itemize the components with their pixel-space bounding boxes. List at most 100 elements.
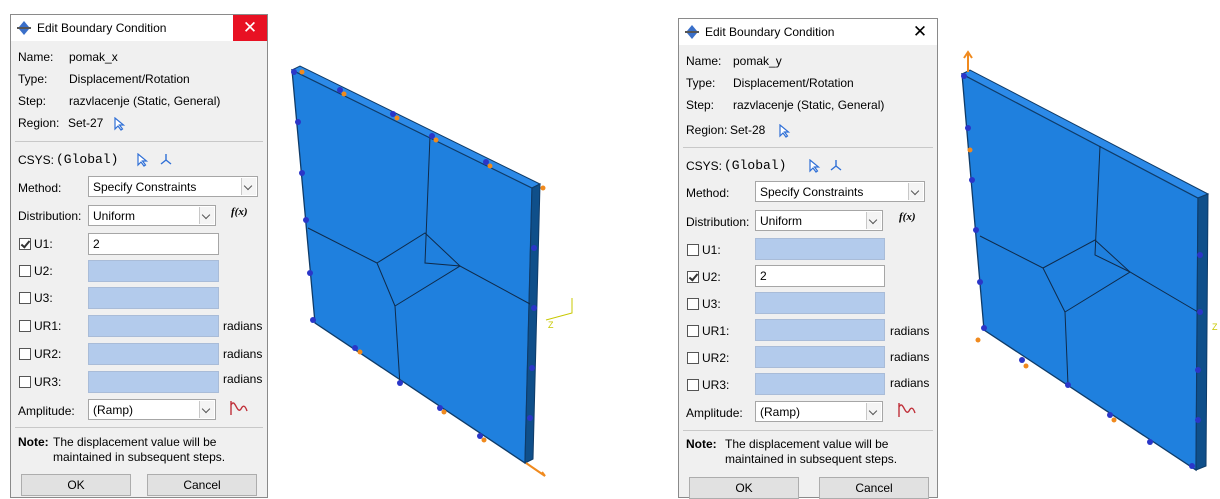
u3-field[interactable] [88,287,219,309]
u2-field[interactable] [88,260,219,282]
distribution-select[interactable]: Uniform [88,205,216,226]
region-label: Region: [18,116,60,130]
u1-field[interactable] [755,238,885,260]
method-select[interactable]: Specify Constraints [755,181,925,202]
amplitude-value: (Ramp) [760,405,801,419]
name-value: pomak_y [733,54,782,68]
u2-checkbox[interactable] [687,271,699,283]
distribution-value: Uniform [93,209,136,223]
method-value: Specify Constraints [760,185,864,199]
separator [683,147,933,148]
close-button[interactable]: ✕ [903,19,937,45]
u1-label: U1: [34,237,53,251]
ur1-field[interactable] [755,319,885,341]
ur1-checkbox[interactable] [687,325,699,337]
region-value: Set-28 [730,123,766,137]
ur1-unit: radians [223,319,263,333]
ur2-checkbox[interactable] [687,352,699,364]
create-amplitude-icon[interactable] [229,399,249,417]
csys-label: CSYS: [18,153,55,167]
title-bar[interactable]: Edit Boundary Condition ✕ [11,15,267,41]
fx-button[interactable]: f(x) [231,206,248,218]
method-value: Specify Constraints [93,180,197,194]
ur3-label: UR3: [702,378,730,392]
ur3-field[interactable] [755,373,885,395]
triad-label: Z [548,320,554,330]
chevron-down-icon [199,207,214,224]
ur3-label: UR3: [34,375,62,389]
u1-checkbox[interactable] [19,238,31,250]
separator [15,141,263,142]
u3-checkbox[interactable] [687,298,699,310]
cancel-button[interactable]: Cancel [147,474,257,496]
u1-checkbox[interactable] [687,244,699,256]
separator [15,427,263,428]
name-value: pomak_x [69,50,118,64]
csys-axes-icon[interactable] [159,152,173,166]
note-text: Note: [686,437,717,451]
title-bar[interactable]: Edit Boundary Condition ✕ [679,19,937,45]
ur2-checkbox[interactable] [19,348,31,360]
csys-axes-icon[interactable] [829,158,843,172]
ur2-field[interactable] [88,343,219,365]
method-select[interactable]: Specify Constraints [88,176,258,197]
ur1-field[interactable] [88,315,219,337]
ur3-checkbox[interactable] [19,376,31,388]
note-line-2: maintained in subsequent steps. [53,450,226,464]
type-value: Displacement/Rotation [69,72,190,86]
ur1-checkbox[interactable] [19,320,31,332]
csys-value: (Global) [724,158,787,173]
distribution-label: Distribution: [18,209,82,223]
note-line-1: The displacement value will be [725,437,889,451]
step-label: Step: [686,98,715,112]
select-csys-arrow-icon[interactable] [807,159,821,173]
distribution-select[interactable]: Uniform [755,210,883,231]
ok-button[interactable]: OK [689,477,799,499]
u2-checkbox[interactable] [19,265,31,277]
dialog-title: Edit Boundary Condition [705,25,835,39]
ok-button[interactable]: OK [21,474,131,496]
model-viewport-left[interactable]: Z [280,58,580,488]
close-button[interactable]: ✕ [233,15,267,41]
ur1-unit: radians [890,324,930,338]
ur2-field[interactable] [755,346,885,368]
ur3-unit: radians [890,376,930,390]
ur3-checkbox[interactable] [687,379,699,391]
create-amplitude-icon[interactable] [897,401,917,419]
ur2-unit: radians [890,350,930,364]
fx-button[interactable]: f(x) [899,211,916,223]
chevron-down-icon [866,403,881,420]
type-label: Type: [686,76,716,90]
cancel-button[interactable]: Cancel [819,477,929,499]
amplitude-select[interactable]: (Ramp) [755,401,883,422]
amplitude-value: (Ramp) [93,403,134,417]
name-label: Name: [18,50,54,64]
csys-value: (Global) [56,152,119,167]
u2-label: U2: [34,264,53,278]
ur3-unit: radians [223,372,263,386]
u2-field[interactable]: 2 [755,265,885,287]
region-label: Region: [686,123,728,137]
ur1-label: UR1: [34,319,62,333]
method-label: Method: [18,181,62,195]
edit-bc-dialog-left: Edit Boundary Condition ✕ Name: pomak_x … [10,14,268,498]
type-value: Displacement/Rotation [733,76,854,90]
ur3-field[interactable] [88,371,219,393]
separator [683,430,933,431]
model-viewport-right[interactable]: Z [950,50,1218,490]
note-line-1: The displacement value will be [53,435,217,449]
u3-label: U3: [34,291,53,305]
select-region-arrow-icon[interactable] [777,124,791,138]
distribution-value: Uniform [760,214,803,228]
type-label: Type: [18,72,48,86]
chevron-down-icon [866,212,881,229]
select-csys-arrow-icon[interactable] [135,153,149,167]
amplitude-label: Amplitude: [18,404,75,418]
u3-field[interactable] [755,292,885,314]
amplitude-select[interactable]: (Ramp) [88,399,216,420]
select-region-arrow-icon[interactable] [112,117,126,131]
u3-checkbox[interactable] [19,292,31,304]
step-value: razvlacenje (Static, General) [733,98,885,112]
plate-side [1195,193,1209,471]
u1-field[interactable]: 2 [88,233,219,255]
